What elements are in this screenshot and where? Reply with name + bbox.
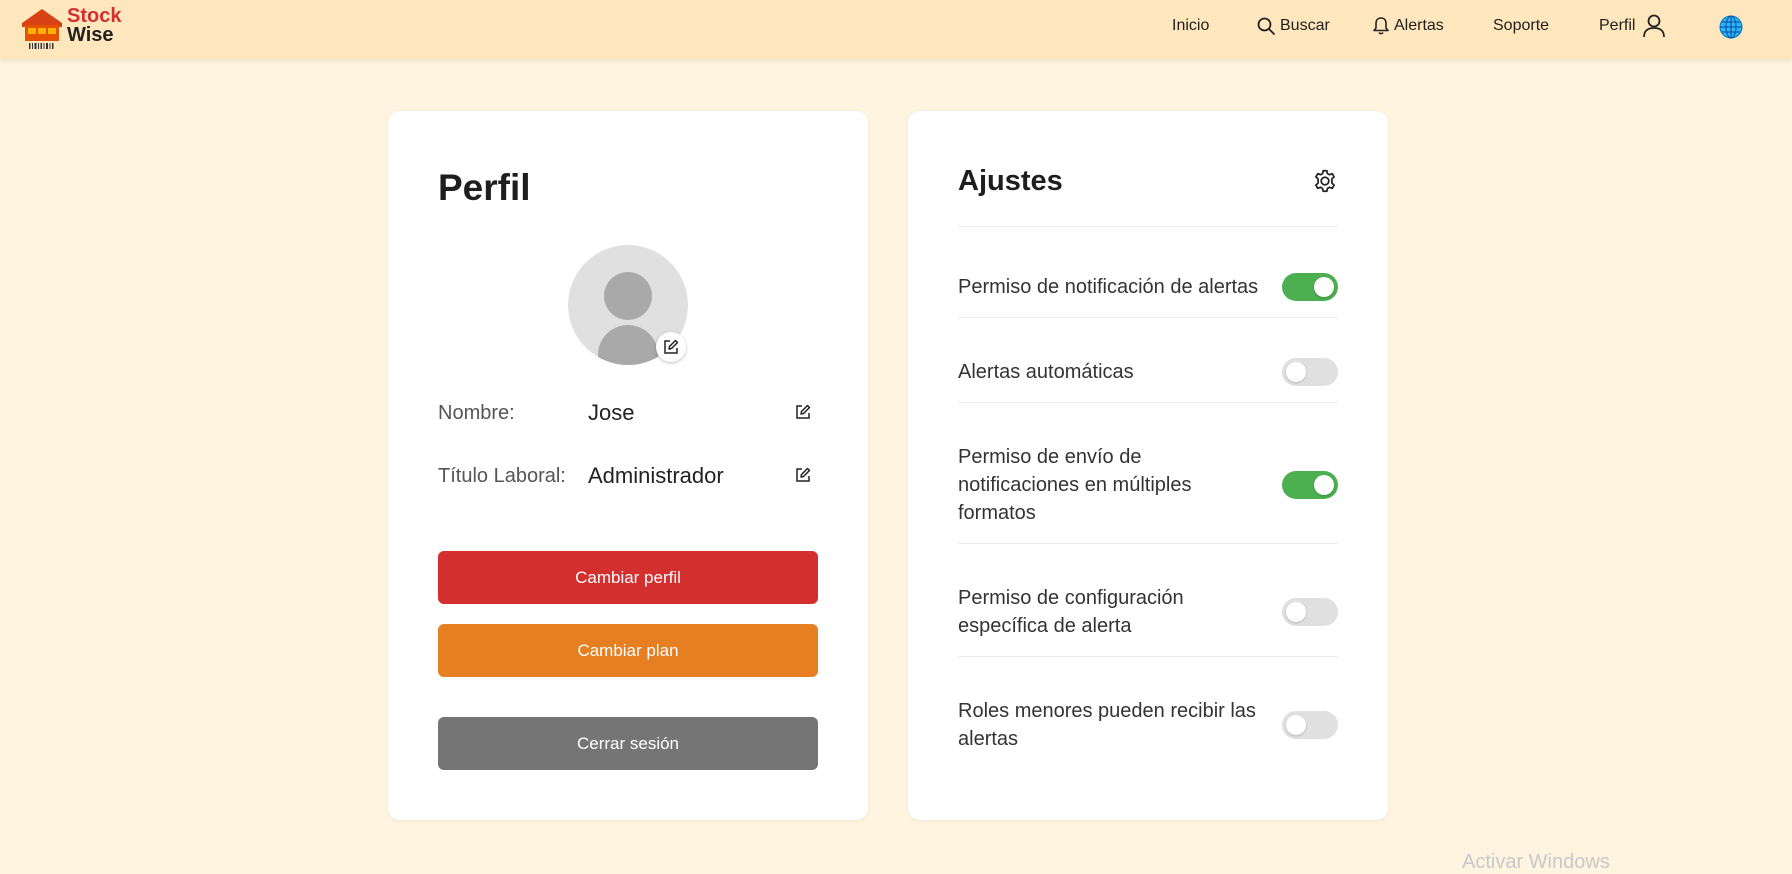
- edit-avatar-button[interactable]: [656, 332, 686, 362]
- nav-buscar[interactable]: Buscar: [1256, 14, 1330, 38]
- nav-alertas[interactable]: Alertas: [1372, 14, 1444, 38]
- nav-inicio[interactable]: Inicio: [1172, 14, 1209, 38]
- nav-perfil[interactable]: Perfil: [1599, 14, 1671, 38]
- job-title-value: Administrador: [588, 463, 724, 488]
- toggle-knob: [1286, 602, 1306, 622]
- stockwise-logo[interactable]: Stock Wise: [20, 5, 130, 49]
- toggle-auto-alerts[interactable]: [1282, 358, 1338, 386]
- toggle-knob: [1286, 715, 1306, 735]
- profile-card: Perfil Nombre: Jose Título Laboral: Admi…: [388, 111, 868, 820]
- divider: [958, 226, 1338, 227]
- windows-activation-watermark: Activar Windows: [1462, 851, 1610, 873]
- top-navbar: Stock Wise Inicio Buscar Alertas Soporte…: [0, 0, 1792, 59]
- setting-label-minor-roles: Roles menores pueden recibir las alertas: [958, 700, 1256, 750]
- toggle-knob: [1314, 475, 1334, 495]
- edit-icon: [796, 467, 811, 482]
- avatar-body: [598, 325, 658, 365]
- edit-job-title-button[interactable]: [792, 464, 814, 486]
- nav-inicio-label: Inicio: [1172, 17, 1210, 34]
- divider: [958, 543, 1338, 544]
- name-label: Nombre:: [438, 402, 515, 424]
- toggle-minor-roles[interactable]: [1282, 711, 1338, 739]
- divider: [958, 402, 1338, 403]
- logout-button[interactable]: Cerrar sesión: [438, 717, 818, 770]
- change-profile-button[interactable]: Cambiar perfil: [438, 551, 818, 604]
- logo-text: Stock Wise: [67, 6, 121, 46]
- nav-buscar-label: Buscar: [1280, 17, 1330, 34]
- profile-title: Perfil: [438, 167, 531, 208]
- language-selector[interactable]: [1719, 15, 1747, 39]
- user-icon: [1643, 14, 1666, 38]
- edit-icon: [664, 339, 679, 354]
- setting-label-specific-config: Permiso de configuración específica de a…: [958, 587, 1184, 637]
- change-plan-button[interactable]: Cambiar plan: [438, 624, 818, 677]
- edit-icon: [796, 404, 811, 419]
- gear-icon[interactable]: [1312, 168, 1338, 194]
- globe-icon: [1719, 15, 1743, 39]
- nav-soporte-label: Soporte: [1493, 17, 1550, 34]
- setting-label-auto-alerts: Alertas automáticas: [958, 361, 1134, 383]
- nav-soporte[interactable]: Soporte: [1493, 14, 1549, 38]
- search-icon: [1257, 17, 1275, 35]
- logo-line2: Wise: [67, 24, 114, 46]
- toggle-specific-config[interactable]: [1282, 598, 1338, 626]
- toggle-alert-notification[interactable]: [1282, 273, 1338, 301]
- settings-card: Ajustes Permiso de notificación de alert…: [908, 111, 1388, 820]
- divider: [958, 317, 1338, 318]
- nav-perfil-label: Perfil: [1599, 17, 1636, 34]
- toggle-knob: [1314, 277, 1334, 297]
- toggle-knob: [1286, 362, 1306, 382]
- setting-label-alert-notification: Permiso de notificación de alertas: [958, 276, 1259, 298]
- setting-label-multi-format: Permiso de envío de notificaciones en mú…: [958, 446, 1192, 524]
- name-value: Jose: [588, 400, 635, 425]
- settings-title: Ajustes: [958, 165, 1063, 197]
- nav-alertas-label: Alertas: [1394, 17, 1444, 34]
- divider: [958, 656, 1338, 657]
- bell-icon: [1373, 17, 1389, 35]
- warehouse-logo-icon: [22, 9, 62, 49]
- avatar-head: [604, 272, 652, 320]
- toggle-multi-format[interactable]: [1282, 471, 1338, 499]
- edit-name-button[interactable]: [792, 401, 814, 423]
- job-title-label: Título Laboral:: [438, 465, 566, 487]
